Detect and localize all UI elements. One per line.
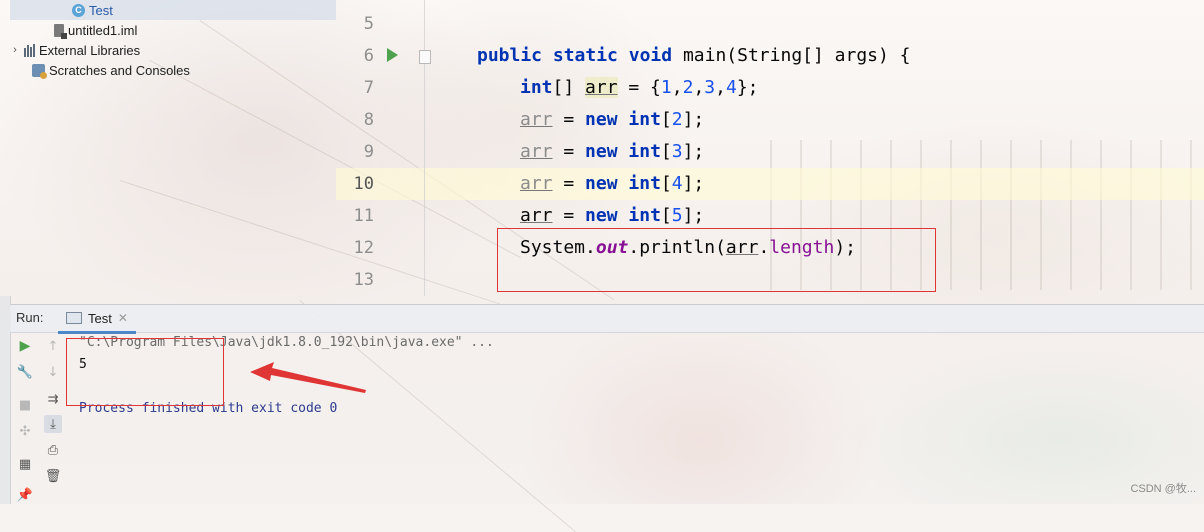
- watermark: CSDN @牧...: [1130, 483, 1196, 495]
- annotation-arrow: [250, 362, 366, 393]
